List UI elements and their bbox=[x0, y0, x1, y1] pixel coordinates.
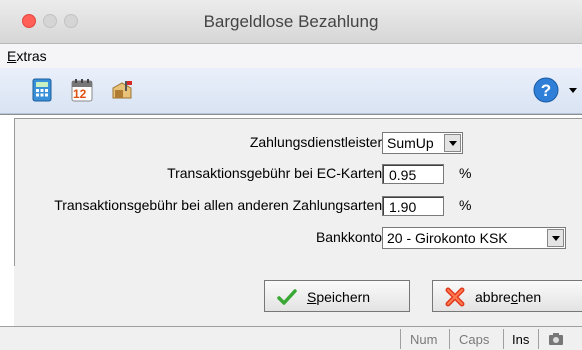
provider-label: Zahlungsdienstleister: bbox=[249, 134, 386, 150]
ec-fee-unit: % bbox=[459, 165, 472, 181]
save-button[interactable]: Speichern bbox=[264, 280, 410, 312]
cancel-label-before: abbre bbox=[475, 289, 511, 305]
status-ins: Ins bbox=[512, 332, 530, 347]
cancel-label-after: hen bbox=[517, 289, 542, 305]
other-fee-unit: % bbox=[459, 197, 472, 213]
help-dropdown-arrow-icon[interactable] bbox=[569, 88, 577, 94]
settings-panel: Zahlungsdienstleister: SumUp Transaktion… bbox=[14, 118, 582, 267]
provider-select[interactable]: SumUp bbox=[382, 132, 463, 154]
title-bar: Bargeldlose Bezahlung bbox=[0, 0, 582, 44]
bank-account-dropdown-button[interactable] bbox=[547, 229, 564, 247]
svg-text:?: ? bbox=[541, 81, 551, 100]
cancel-x-icon bbox=[445, 287, 465, 307]
button-bar: Speichern abbrechen bbox=[14, 266, 582, 326]
checkmark-icon bbox=[277, 289, 297, 305]
status-separator bbox=[449, 329, 450, 349]
bank-account-select[interactable]: 20 - Girokonto KSK bbox=[382, 227, 566, 249]
save-mnemonic: S bbox=[307, 289, 317, 305]
cancel-label: abbrechen bbox=[475, 289, 541, 305]
cancel-mnemonic: c bbox=[510, 289, 518, 305]
status-separator bbox=[400, 329, 401, 349]
provider-dropdown-button[interactable] bbox=[444, 134, 461, 152]
status-separator bbox=[538, 329, 539, 349]
provider-value: SumUp bbox=[387, 135, 434, 151]
calendar-day: 12 bbox=[73, 87, 87, 101]
menu-extras-mnemonic: E bbox=[7, 48, 17, 64]
other-fee-label: Transaktionsgebühr bei allen anderen Zah… bbox=[54, 197, 386, 213]
status-num: Num bbox=[410, 332, 438, 347]
toolbar: 12 ? bbox=[0, 68, 582, 114]
camera-icon[interactable] bbox=[548, 332, 564, 346]
cancel-button[interactable]: abbrechen bbox=[432, 280, 582, 312]
calendar-icon[interactable]: 12 bbox=[70, 78, 94, 102]
bank-account-value: 20 - Girokonto KSK bbox=[387, 230, 508, 246]
status-caps: Caps bbox=[459, 332, 490, 347]
status-separator bbox=[503, 329, 504, 349]
help-icon[interactable]: ? bbox=[532, 76, 560, 104]
menu-bar: Extras bbox=[0, 44, 582, 68]
bank-account-label: Bankkonto: bbox=[315, 229, 386, 245]
calculator-icon[interactable] bbox=[30, 78, 54, 102]
toolbar-separator bbox=[0, 114, 582, 115]
other-fee-input[interactable]: 1.90 bbox=[382, 196, 444, 216]
ec-fee-label: Transaktionsgebühr bei EC-Karten: bbox=[167, 165, 386, 181]
window-title: Bargeldlose Bezahlung bbox=[203, 12, 379, 31]
menu-extras-label: xtras bbox=[16, 48, 47, 64]
menu-extras[interactable]: Extras bbox=[7, 48, 47, 64]
ec-fee-input[interactable]: 0.95 bbox=[382, 164, 444, 184]
status-bar: Num Caps Ins bbox=[0, 326, 582, 350]
save-label: Speichern bbox=[307, 289, 370, 305]
save-label-rest: peichern bbox=[316, 289, 371, 305]
mailbox-icon[interactable] bbox=[110, 78, 134, 102]
